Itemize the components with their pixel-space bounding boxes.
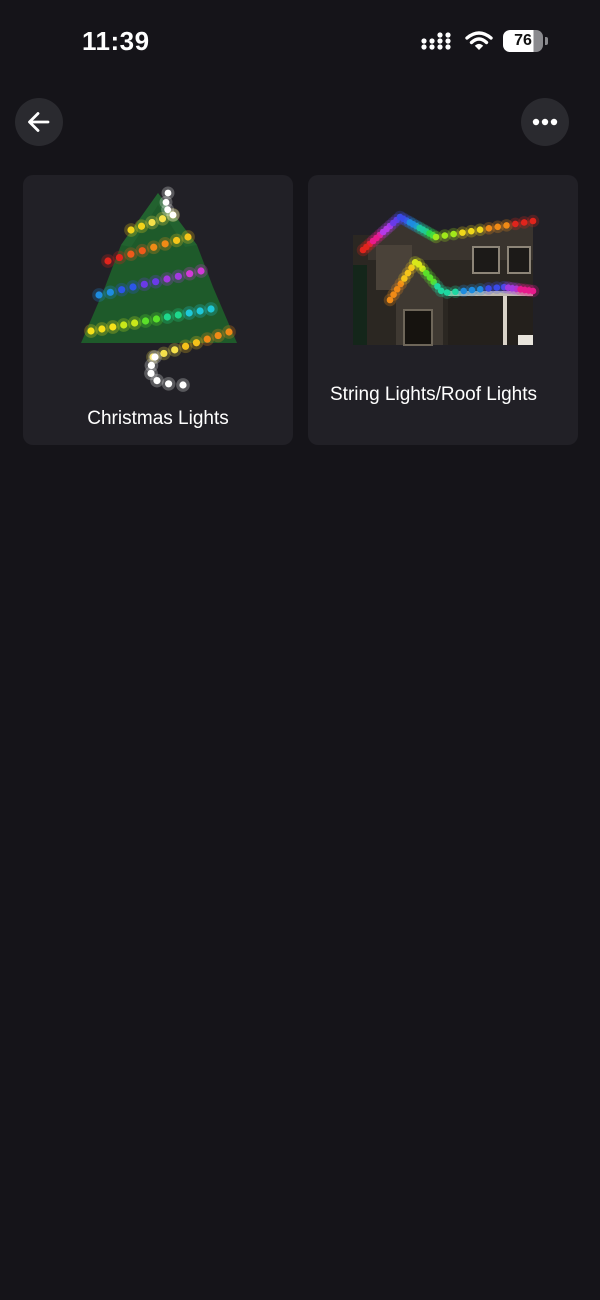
card-label: String Lights/Roof Lights (330, 384, 538, 405)
light-bulb (95, 291, 103, 299)
light-bulb (494, 223, 502, 231)
light-bulb (529, 287, 537, 295)
status-bar: 11:39 76 (0, 0, 600, 80)
light-bulb (158, 215, 167, 223)
light-bulb (106, 288, 114, 296)
wifi-icon (465, 31, 493, 50)
light-bulb (152, 315, 161, 323)
light-bulb (163, 275, 171, 283)
light-bulb (185, 309, 193, 317)
light-bulb (174, 311, 182, 319)
light-bulb (512, 220, 519, 228)
light-bulb (169, 211, 177, 219)
light-bulb (181, 342, 190, 350)
card-christmas-lights[interactable]: Christmas Lights (23, 175, 293, 445)
light-bulb (174, 272, 182, 280)
light-bulb (98, 325, 106, 333)
signal-icon (421, 32, 451, 50)
light-bulb (207, 305, 215, 313)
light-bulb (529, 217, 537, 225)
light-bulb (186, 270, 194, 278)
screen: 11:39 76 Christmas Lights String Lights/… (0, 0, 600, 1300)
light-bulb (140, 280, 148, 288)
battery-level: 76 (503, 30, 543, 52)
light-bulb (171, 346, 179, 354)
light-bulb (127, 250, 135, 258)
light-bulb (503, 222, 510, 229)
light-bulb (137, 222, 146, 230)
battery-tip (545, 37, 548, 45)
light-bulb (476, 226, 484, 234)
light-type-grid: Christmas Lights String Lights/Roof Ligh… (23, 175, 578, 445)
status-time: 11:39 (82, 26, 150, 56)
light-bulb (150, 243, 158, 251)
back-button[interactable] (15, 98, 63, 146)
light-bulb (179, 381, 187, 389)
light-bulb (115, 253, 124, 262)
light-bulb (129, 283, 137, 291)
light-bulb (225, 328, 233, 336)
light-bulb (197, 267, 205, 275)
christmas-tree-lights-image (81, 186, 237, 392)
card-label: Christmas Lights (87, 408, 229, 429)
arrow-left-icon (28, 112, 50, 132)
light-bulb (118, 286, 126, 294)
light-bulb (127, 226, 135, 234)
light-bulb (432, 233, 440, 241)
light-bulb (131, 319, 139, 327)
light-bulb (104, 257, 112, 265)
light-bulb (459, 229, 466, 236)
light-bulb (141, 317, 150, 325)
light-bulb (153, 377, 161, 385)
light-bulb (163, 313, 171, 321)
light-bulb (120, 321, 128, 329)
card-string-roof-lights[interactable]: String Lights/Roof Lights (308, 175, 578, 445)
light-bulb (164, 189, 172, 197)
light-bulb (485, 224, 493, 232)
light-bulb (152, 278, 160, 286)
light-bulb (450, 230, 457, 238)
light-bulb (203, 335, 211, 343)
light-bulb (441, 232, 449, 239)
light-bulb (467, 227, 475, 235)
status-icons: 76 (421, 28, 548, 54)
more-horizontal-icon (532, 118, 558, 126)
light-bulb (148, 218, 156, 227)
light-bulb (520, 219, 528, 226)
light-bulb (109, 323, 117, 331)
house-roof-lights-image (353, 210, 540, 346)
battery-icon: 76 (503, 30, 548, 52)
light-bulb (87, 327, 95, 335)
more-button[interactable] (521, 98, 569, 146)
light-bulb (196, 307, 204, 315)
light-bulb (161, 240, 169, 248)
light-bulb (192, 339, 201, 347)
light-bulb (138, 247, 146, 255)
light-bulb (172, 236, 181, 245)
light-bulb (214, 331, 222, 340)
light-bulb (184, 233, 192, 241)
light-bulb (165, 380, 173, 388)
